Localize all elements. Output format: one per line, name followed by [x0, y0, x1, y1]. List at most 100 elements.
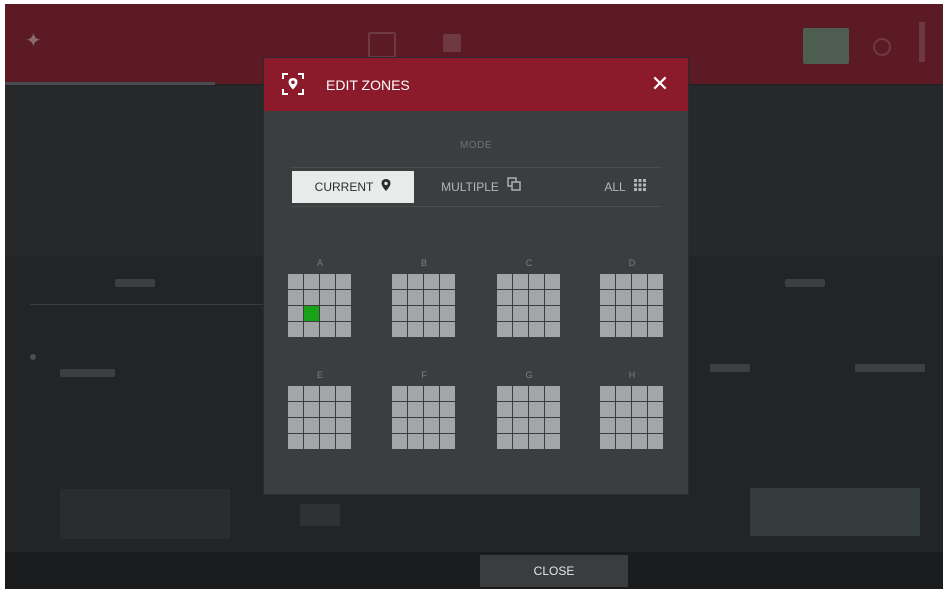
zone-pad: [529, 418, 544, 433]
zone-pad: [424, 434, 439, 449]
zone-pad: [424, 418, 439, 433]
zone-pad: [336, 322, 351, 337]
close-button[interactable]: CLOSE: [480, 555, 628, 587]
background-circle-icon: [873, 38, 891, 56]
background-label: [855, 364, 925, 372]
zone-pad: [513, 402, 528, 417]
zone-pad-active: [304, 306, 319, 321]
zone-pad: [616, 402, 631, 417]
zone-pad: [529, 322, 544, 337]
zone-pad: [408, 418, 423, 433]
zone-pad: [336, 402, 351, 417]
zone-pad: [336, 290, 351, 305]
zone-pad: [497, 418, 512, 433]
zone-pad: [336, 434, 351, 449]
zone-c: C: [497, 256, 561, 337]
zone-pad: [320, 434, 335, 449]
zone-pad: [424, 322, 439, 337]
zone-pad: [545, 402, 560, 417]
zone-pad: [545, 434, 560, 449]
zone-pad: [440, 434, 455, 449]
zone-pad: [529, 290, 544, 305]
mode-current-button[interactable]: CURRENT: [292, 171, 414, 203]
close-icon[interactable]: ✕: [647, 71, 673, 97]
zone-label: H: [628, 370, 636, 380]
zone-pad: [545, 322, 560, 337]
zone-pad-grid[interactable]: [288, 386, 352, 449]
zone-pad: [529, 434, 544, 449]
zone-pad: [320, 274, 335, 289]
zone-pad: [408, 290, 423, 305]
zone-g: G: [497, 368, 561, 449]
zone-pad: [600, 322, 615, 337]
zone-pad: [513, 322, 528, 337]
zone-pad: [497, 322, 512, 337]
zone-pad: [600, 434, 615, 449]
zone-pad-grid[interactable]: [288, 274, 352, 337]
background-label: [115, 279, 155, 287]
zone-pad: [497, 274, 512, 289]
zone-pad-grid[interactable]: [497, 274, 561, 337]
zone-pad: [288, 274, 303, 289]
zone-pad-grid[interactable]: [392, 274, 456, 337]
zone-pad: [392, 274, 407, 289]
background-button: [750, 488, 920, 536]
zone-pad: [600, 290, 615, 305]
zone-label: E: [316, 370, 323, 380]
zone-pad-grid[interactable]: [600, 386, 664, 449]
zone-pad: [320, 290, 335, 305]
location-pin-icon: [381, 171, 391, 203]
mode-multiple-button[interactable]: MULTIPLE: [426, 171, 536, 203]
zone-pad: [648, 322, 663, 337]
zone-pad: [392, 418, 407, 433]
zone-pad: [632, 386, 647, 401]
zone-pad: [616, 322, 631, 337]
zone-pad: [529, 274, 544, 289]
zone-pad: [497, 402, 512, 417]
zone-pad: [545, 418, 560, 433]
zone-pad: [408, 434, 423, 449]
zone-pad: [408, 402, 423, 417]
zone-pin-icon: [282, 73, 304, 95]
zone-pad: [304, 402, 319, 417]
background-label: [60, 369, 115, 377]
background-toolbar-icon: [368, 32, 396, 58]
mode-all-button[interactable]: ALL: [580, 171, 670, 203]
zone-pad: [288, 290, 303, 305]
zone-pad-grid[interactable]: [497, 386, 561, 449]
zone-pad-grid[interactable]: [392, 386, 456, 449]
zone-pad: [513, 386, 528, 401]
zone-pad: [616, 418, 631, 433]
background-level-bar: [919, 22, 925, 62]
zone-pad: [600, 306, 615, 321]
zone-pad: [392, 434, 407, 449]
dialog-header: EDIT ZONES ✕: [264, 58, 688, 111]
zone-pad: [392, 290, 407, 305]
zone-pad: [440, 306, 455, 321]
zone-pad: [497, 386, 512, 401]
zone-pad-grid[interactable]: [600, 274, 664, 337]
zone-pad: [600, 274, 615, 289]
zone-pad: [648, 274, 663, 289]
zone-pad: [320, 418, 335, 433]
zone-pad: [288, 306, 303, 321]
zone-pad: [336, 386, 351, 401]
zone-pad: [632, 434, 647, 449]
zone-pad: [288, 418, 303, 433]
background-panel: [300, 504, 340, 526]
mode-selector: CURRENT MULTIPLE ALL: [290, 167, 662, 207]
zone-a: A: [288, 256, 352, 337]
background-divider: [30, 304, 270, 313]
mode-label: MODE: [460, 140, 492, 151]
mode-all-label: ALL: [604, 180, 626, 194]
zone-pad: [616, 306, 631, 321]
zone-pad: [529, 402, 544, 417]
zone-pad: [304, 322, 319, 337]
zone-pad: [336, 274, 351, 289]
zone-pad: [529, 386, 544, 401]
zone-pad: [545, 290, 560, 305]
zone-pad: [392, 386, 407, 401]
zone-pad: [440, 274, 455, 289]
zone-pad: [632, 418, 647, 433]
zone-pad: [304, 386, 319, 401]
